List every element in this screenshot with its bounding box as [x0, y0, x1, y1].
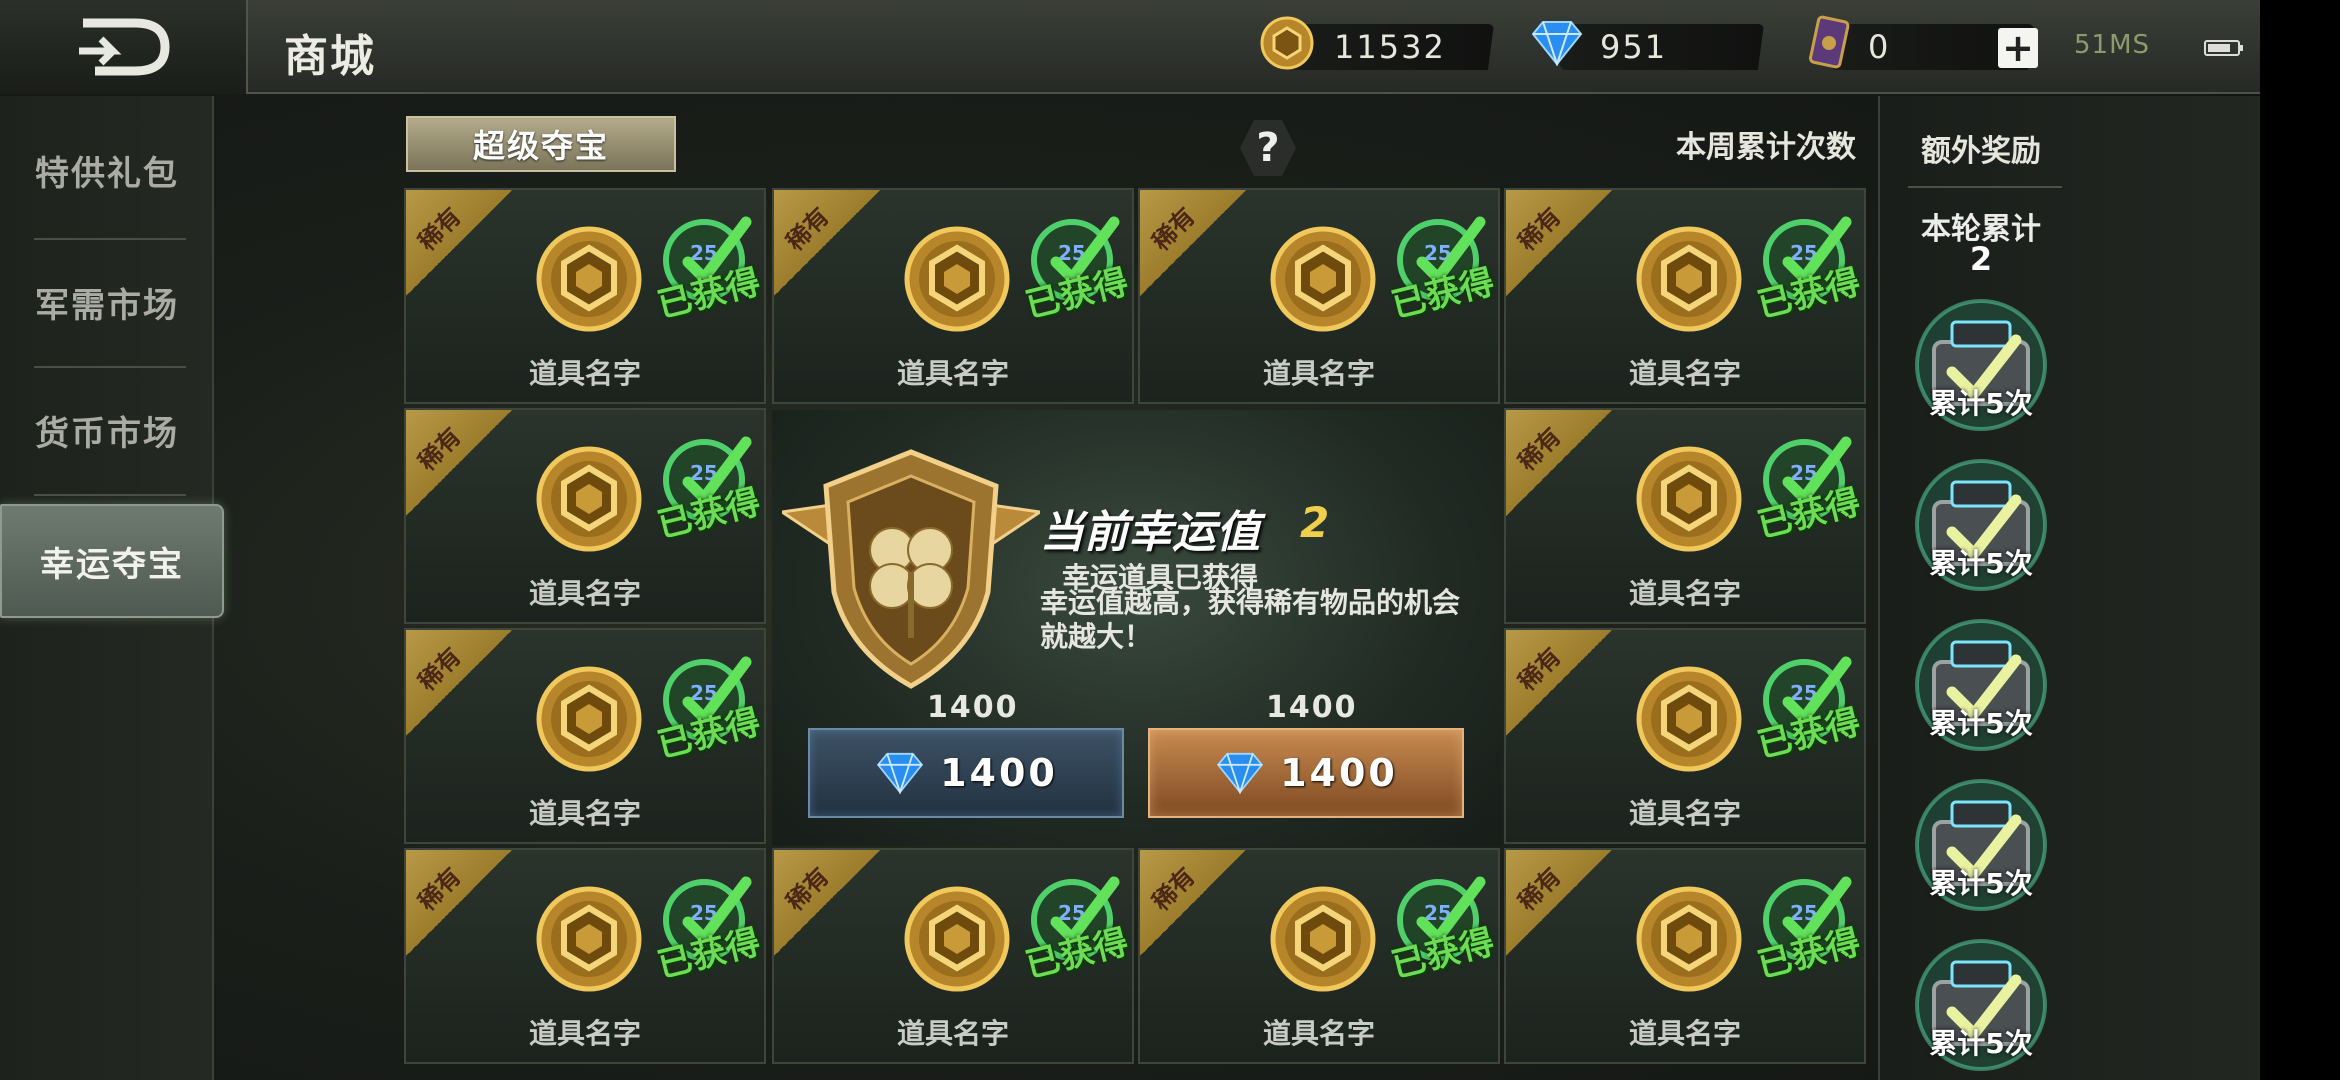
tab-super-draw[interactable]: 超级夺宝 — [406, 116, 676, 172]
gold-coin-icon — [1258, 14, 1316, 72]
reward-label: 累计5次 — [1929, 547, 2033, 580]
gold-coin-icon — [904, 886, 1010, 992]
gold-coin-icon — [1636, 666, 1742, 772]
gold-coin-icon — [1270, 226, 1376, 332]
diamond-value: 951 — [1600, 28, 1668, 66]
prize-cell[interactable]: 稀有 25 已获得 道具名字 — [1138, 848, 1500, 1064]
gold-coin-icon — [536, 886, 642, 992]
card-ticket-icon — [1800, 14, 1858, 72]
lucky-draw-screen: 商城 11532 951 0 + 51MS 特供礼包 军需市场 货币市场 幸运夺… — [0, 0, 2260, 1080]
prize-cell[interactable]: 稀有 25 已获得 道具名字 — [1504, 848, 1866, 1064]
sidebar: 特供礼包 军需市场 货币市场 幸运夺宝 — [0, 96, 224, 1080]
prize-cell[interactable]: 稀有 25 已获得 道具名字 — [1504, 188, 1866, 404]
prize-cell[interactable]: 稀有 25 已获得 道具名字 — [1138, 188, 1500, 404]
item-name: 道具名字 — [1628, 797, 1741, 830]
prize-cell[interactable]: 稀有 25 已获得 道具名字 — [772, 848, 1134, 1064]
item-name: 道具名字 — [528, 577, 641, 610]
week-count-label: 本周累计次数 — [1676, 130, 1856, 165]
reward-label: 累计5次 — [1929, 867, 2033, 900]
item-name: 道具名字 — [528, 1017, 641, 1050]
round-total-count: 2 — [1969, 240, 1993, 278]
reward-label: 累计5次 — [1929, 1027, 2033, 1060]
clover-shield-badge-icon — [782, 449, 1040, 689]
extra-reward-title: 额外奖励 — [1921, 134, 2041, 169]
gold-coin-icon — [1270, 886, 1376, 992]
luck-title: 当前幸运值 — [1040, 507, 1260, 558]
prize-cell[interactable]: 稀有 25 已获得 道具名字 — [404, 408, 766, 624]
prize-cell[interactable]: 稀有 25 已获得 道具名字 — [404, 848, 766, 1064]
draw-multi-button[interactable]: 1400 — [1148, 728, 1464, 818]
sidebar-divider — [34, 494, 186, 496]
reward-label: 累计5次 — [1929, 387, 2033, 420]
gold-coin-icon — [536, 666, 642, 772]
back-arrow-icon — [79, 18, 170, 76]
card-value: 0 — [1868, 28, 1891, 66]
single-price-label: 1400 — [927, 690, 1019, 725]
item-name: 道具名字 — [1628, 1017, 1741, 1050]
item-name: 道具名字 — [1262, 1017, 1375, 1050]
sidebar-item-lucky-draw[interactable]: 幸运夺宝 — [0, 504, 224, 618]
prize-cell[interactable]: 稀有 25 已获得 道具名字 — [1504, 408, 1866, 624]
prize-cell[interactable]: 稀有 25 已获得 道具名字 — [404, 188, 766, 404]
gold-coin-icon — [1636, 446, 1742, 552]
gold-coin-icon — [536, 226, 642, 332]
diamond-icon — [1217, 752, 1264, 794]
luck-desc-line2: 幸运值越高，获得稀有物品的机会就越大！ — [1040, 586, 1461, 653]
prize-cell[interactable]: 稀有 25 已获得 道具名字 — [772, 188, 1134, 404]
diamond-icon — [1528, 14, 1586, 72]
panel-divider — [1908, 186, 2062, 188]
luck-panel: 当前幸运值 2 幸运道具已获得 幸运值越高，获得稀有物品的机会就越大！ 1400… — [772, 410, 1502, 846]
item-name: 道具名字 — [1628, 577, 1741, 610]
item-name: 道具名字 — [1262, 357, 1375, 390]
gold-value: 11532 — [1334, 28, 1446, 66]
battery-icon — [2204, 40, 2243, 56]
gold-coin-icon — [904, 226, 1010, 332]
draw-multi-price: 1400 — [1280, 751, 1398, 795]
help-button[interactable]: ? — [1240, 120, 1296, 176]
item-name: 道具名字 — [1628, 357, 1741, 390]
multi-price-label: 1400 — [1266, 690, 1358, 725]
back-button[interactable] — [0, 0, 248, 94]
sidebar-item-military-market[interactable]: 军需市场 — [0, 238, 214, 366]
network-latency: 51MS — [2074, 30, 2151, 60]
item-name: 道具名字 — [896, 357, 1009, 390]
sidebar-item-currency-market[interactable]: 货币市场 — [0, 366, 214, 494]
draw-single-button[interactable]: 1400 — [808, 728, 1124, 818]
diamond-display: 951 — [1560, 24, 1764, 70]
prize-cell[interactable]: 稀有 25 已获得 道具名字 — [1504, 628, 1866, 844]
page-title: 商城 — [284, 31, 376, 82]
gold-coin-icon — [1636, 886, 1742, 992]
gold-display: 11532 — [1290, 24, 1494, 70]
sidebar-item-special-pack[interactable]: 特供礼包 — [0, 106, 214, 234]
item-name: 道具名字 — [528, 797, 641, 830]
reward-label: 累计5次 — [1929, 707, 2033, 740]
gold-coin-icon — [536, 446, 642, 552]
item-name: 道具名字 — [896, 1017, 1009, 1050]
gold-coin-icon — [1636, 226, 1742, 332]
top-bar: 商城 11532 951 0 + 51MS — [0, 0, 2260, 94]
prize-cell[interactable]: 稀有 25 已获得 道具名字 — [404, 628, 766, 844]
draw-single-price: 1400 — [940, 751, 1058, 795]
luck-value: 2 — [1300, 498, 1330, 547]
diamond-icon — [877, 752, 924, 794]
add-card-button[interactable]: + — [1998, 28, 2038, 68]
item-name: 道具名字 — [528, 357, 641, 390]
